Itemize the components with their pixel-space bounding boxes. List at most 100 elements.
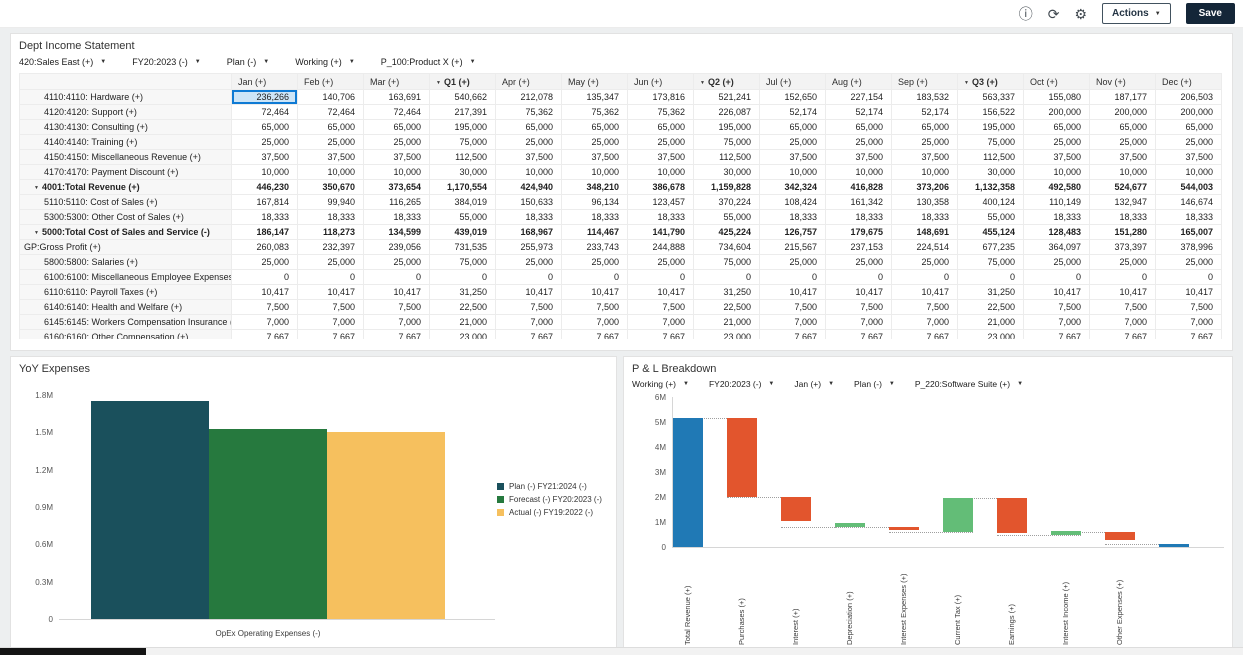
grid-cell[interactable]: 232,397 bbox=[298, 240, 364, 255]
pov-dimension-3[interactable]: Jan (+)▼ bbox=[794, 379, 834, 389]
grid-cell[interactable]: 7,667 bbox=[1090, 330, 1156, 340]
grid-cell[interactable]: 10,417 bbox=[1156, 285, 1222, 300]
grid-cell[interactable]: 18,333 bbox=[232, 210, 298, 225]
column-header[interactable]: Sep (+) bbox=[892, 74, 958, 90]
grid-cell[interactable]: 10,417 bbox=[892, 285, 958, 300]
grid-cell[interactable]: 370,224 bbox=[694, 195, 760, 210]
grid-cell[interactable]: 65,000 bbox=[496, 120, 562, 135]
grid-cell[interactable]: 123,457 bbox=[628, 195, 694, 210]
grid-cell[interactable]: 492,580 bbox=[1024, 180, 1090, 195]
grid-cell[interactable]: 25,000 bbox=[1090, 255, 1156, 270]
grid-cell[interactable]: 524,677 bbox=[1090, 180, 1156, 195]
row-header[interactable]: 4150:4150: Miscellaneous Revenue (+) bbox=[20, 150, 232, 165]
grid-cell[interactable]: 161,342 bbox=[826, 195, 892, 210]
grid-cell[interactable]: 7,000 bbox=[496, 315, 562, 330]
row-header[interactable]: 4140:4140: Training (+) bbox=[20, 135, 232, 150]
grid-cell[interactable]: 150,633 bbox=[496, 195, 562, 210]
grid-cell[interactable]: 30,000 bbox=[694, 165, 760, 180]
grid-cell[interactable]: 25,000 bbox=[232, 255, 298, 270]
pov-dimension-1[interactable]: 420:Sales East (+)▼ bbox=[19, 57, 106, 67]
waterfall-bar[interactable] bbox=[889, 527, 919, 530]
grid-cell[interactable]: 18,333 bbox=[298, 210, 364, 225]
grid-cell[interactable]: 75,000 bbox=[430, 255, 496, 270]
grid-cell[interactable]: 10,000 bbox=[1024, 165, 1090, 180]
pov-dimension-2[interactable]: FY20:2023 (-)▼ bbox=[132, 57, 200, 67]
legend-item[interactable]: Plan (-) FY21:2024 (-) bbox=[497, 482, 602, 491]
grid-cell[interactable]: 7,500 bbox=[364, 300, 430, 315]
grid-cell[interactable]: 114,467 bbox=[562, 225, 628, 240]
grid-cell[interactable]: 118,273 bbox=[298, 225, 364, 240]
waterfall-bar[interactable] bbox=[1051, 531, 1081, 534]
grid-cell[interactable]: 0 bbox=[826, 270, 892, 285]
grid-cell[interactable]: 18,333 bbox=[1024, 210, 1090, 225]
row-header[interactable]: GP:Gross Profit (+) bbox=[20, 240, 232, 255]
grid-cell[interactable]: 37,500 bbox=[628, 150, 694, 165]
row-header[interactable]: 5110:5110: Cost of Sales (+) bbox=[20, 195, 232, 210]
grid-cell[interactable]: 25,000 bbox=[628, 255, 694, 270]
grid-cell[interactable]: 25,000 bbox=[562, 135, 628, 150]
grid-cell[interactable]: 140,706 bbox=[298, 90, 364, 105]
grid-cell[interactable]: 18,333 bbox=[760, 210, 826, 225]
grid-cell[interactable]: 7,667 bbox=[298, 330, 364, 340]
column-header[interactable]: ▼Q2 (+) bbox=[694, 74, 760, 90]
grid-cell[interactable]: 18,333 bbox=[1156, 210, 1222, 225]
row-header[interactable]: 6100:6100: Miscellaneous Employee Expens… bbox=[20, 270, 232, 285]
grid-cell[interactable]: 1,170,554 bbox=[430, 180, 496, 195]
grid-cell[interactable]: 7,000 bbox=[364, 315, 430, 330]
grid-cell[interactable]: 163,691 bbox=[364, 90, 430, 105]
grid-cell[interactable]: 378,996 bbox=[1156, 240, 1222, 255]
grid-cell[interactable]: 179,675 bbox=[826, 225, 892, 240]
grid-cell[interactable]: 677,235 bbox=[958, 240, 1024, 255]
grid-cell[interactable]: 37,500 bbox=[1156, 150, 1222, 165]
grid-cell[interactable]: 18,333 bbox=[496, 210, 562, 225]
row-header[interactable]: ▼5000:Total Cost of Sales and Service (-… bbox=[20, 225, 232, 240]
grid-cell[interactable]: 0 bbox=[1156, 270, 1222, 285]
grid-cell[interactable]: 7,500 bbox=[298, 300, 364, 315]
grid-cell[interactable]: 110,149 bbox=[1024, 195, 1090, 210]
column-header[interactable]: Jun (+) bbox=[628, 74, 694, 90]
waterfall-bar[interactable] bbox=[835, 523, 865, 527]
pov-dimension-4[interactable]: Working (+)▼ bbox=[295, 57, 355, 67]
grid-cell[interactable]: 75,362 bbox=[628, 105, 694, 120]
grid-cell[interactable]: 148,691 bbox=[892, 225, 958, 240]
grid-cell[interactable]: 23,000 bbox=[958, 330, 1024, 340]
column-header[interactable]: Apr (+) bbox=[496, 74, 562, 90]
column-header[interactable]: May (+) bbox=[562, 74, 628, 90]
grid-cell[interactable]: 7,000 bbox=[628, 315, 694, 330]
grid-cell[interactable]: 563,337 bbox=[958, 90, 1024, 105]
grid-cell[interactable]: 21,000 bbox=[694, 315, 760, 330]
grid-cell[interactable]: 200,000 bbox=[1156, 105, 1222, 120]
grid-cell[interactable]: 0 bbox=[760, 270, 826, 285]
grid-cell[interactable]: 65,000 bbox=[760, 120, 826, 135]
grid-cell[interactable]: 25,000 bbox=[760, 255, 826, 270]
grid-cell[interactable]: 233,743 bbox=[562, 240, 628, 255]
grid-cell[interactable]: 373,397 bbox=[1090, 240, 1156, 255]
grid-cell[interactable]: 7,500 bbox=[1090, 300, 1156, 315]
grid-cell[interactable]: 206,503 bbox=[1156, 90, 1222, 105]
column-header[interactable]: Oct (+) bbox=[1024, 74, 1090, 90]
grid-cell[interactable]: 10,417 bbox=[496, 285, 562, 300]
grid-cell[interactable]: 212,078 bbox=[496, 90, 562, 105]
grid-cell[interactable]: 455,124 bbox=[958, 225, 1024, 240]
grid-cell[interactable]: 75,000 bbox=[958, 135, 1024, 150]
grid-cell[interactable]: 7,667 bbox=[562, 330, 628, 340]
grid-cell[interactable]: 37,500 bbox=[1024, 150, 1090, 165]
grid-cell[interactable]: 195,000 bbox=[694, 120, 760, 135]
grid-cell[interactable]: 10,000 bbox=[1156, 165, 1222, 180]
grid-cell[interactable]: 31,250 bbox=[694, 285, 760, 300]
grid-cell[interactable]: 186,147 bbox=[232, 225, 298, 240]
grid-cell[interactable]: 23,000 bbox=[694, 330, 760, 340]
grid-cell[interactable]: 7,000 bbox=[1090, 315, 1156, 330]
grid-cell[interactable]: 7,500 bbox=[562, 300, 628, 315]
grid-cell[interactable]: 135,347 bbox=[562, 90, 628, 105]
grid-cell[interactable]: 167,814 bbox=[232, 195, 298, 210]
grid-cell[interactable]: 37,500 bbox=[364, 150, 430, 165]
row-header[interactable]: 6145:6145: Workers Compensation Insuranc… bbox=[20, 315, 232, 330]
grid-cell[interactable]: 152,650 bbox=[760, 90, 826, 105]
grid-cell[interactable]: 7,500 bbox=[496, 300, 562, 315]
grid-cell[interactable]: 224,514 bbox=[892, 240, 958, 255]
grid-cell[interactable]: 384,019 bbox=[430, 195, 496, 210]
grid-cell[interactable]: 65,000 bbox=[1156, 120, 1222, 135]
grid-cell[interactable]: 21,000 bbox=[430, 315, 496, 330]
grid-cell[interactable]: 65,000 bbox=[892, 120, 958, 135]
